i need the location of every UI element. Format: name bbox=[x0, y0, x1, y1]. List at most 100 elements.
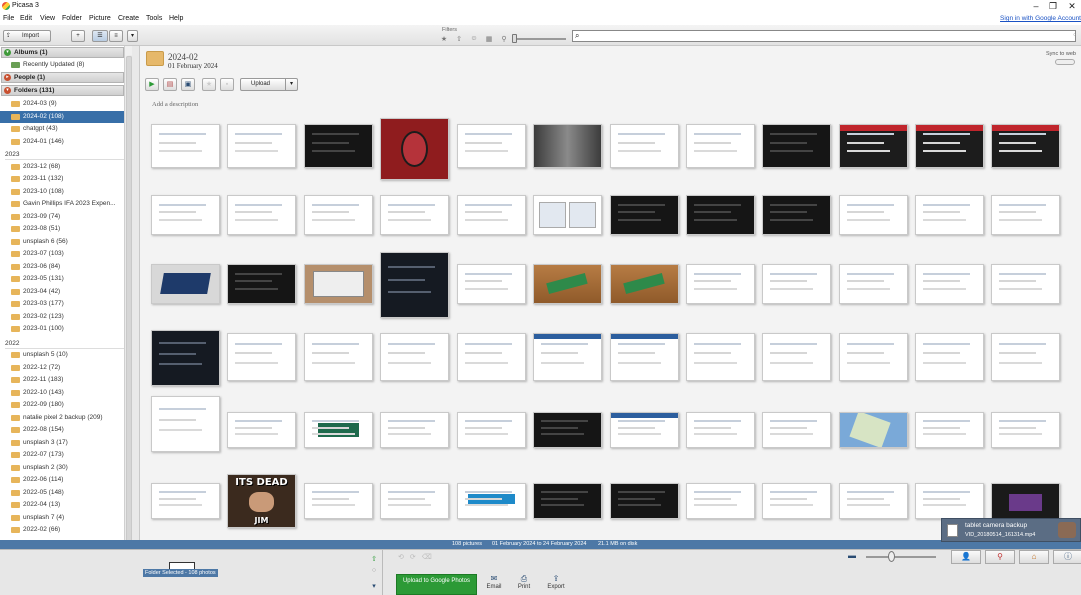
properties-pane-button[interactable]: ⓘ bbox=[1053, 550, 1081, 564]
photo-thumbnail[interactable] bbox=[227, 195, 296, 235]
play-slideshow-button[interactable]: ▶ bbox=[145, 78, 159, 91]
folder-item[interactable]: 2022-04 (13) bbox=[0, 499, 124, 511]
photo-thumbnail[interactable] bbox=[991, 333, 1060, 381]
rotate-left-icon[interactable]: ⟲ bbox=[398, 554, 410, 561]
photo-thumbnail[interactable] bbox=[991, 412, 1060, 448]
photo-thumbnail[interactable] bbox=[304, 333, 373, 381]
photo-thumbnail[interactable] bbox=[839, 124, 908, 168]
folder-item[interactable]: 2022-05 (148) bbox=[0, 487, 124, 499]
folder-item[interactable]: 2023-01 (100) bbox=[0, 323, 124, 335]
people-pane-button[interactable]: 👤 bbox=[951, 550, 981, 564]
photo-thumbnail[interactable] bbox=[915, 124, 984, 168]
photo-thumbnail[interactable] bbox=[457, 195, 526, 235]
photo-thumbnail[interactable] bbox=[457, 264, 526, 304]
folder-item[interactable]: unsplash 6 (56) bbox=[0, 236, 124, 248]
photo-thumbnail[interactable] bbox=[839, 195, 908, 235]
photo-thumbnail[interactable] bbox=[304, 195, 373, 235]
photo-thumbnail[interactable] bbox=[686, 412, 755, 448]
folder-item[interactable]: unsplash 7 (4) bbox=[0, 512, 124, 524]
photo-thumbnail[interactable] bbox=[686, 124, 755, 168]
folder-item[interactable]: 2022-12 (72) bbox=[0, 362, 124, 374]
add-to-album-button[interactable]: + bbox=[71, 30, 85, 42]
photo-thumbnail[interactable] bbox=[839, 483, 908, 519]
photo-thumbnail[interactable] bbox=[380, 252, 449, 318]
photo-thumbnail[interactable] bbox=[839, 264, 908, 304]
photo-thumbnail[interactable] bbox=[686, 333, 755, 381]
photo-thumbnail[interactable] bbox=[991, 124, 1060, 168]
photo-thumbnail[interactable] bbox=[151, 195, 220, 235]
photo-thumbnail[interactable] bbox=[915, 483, 984, 519]
video-filter-icon[interactable]: ▦ bbox=[484, 35, 494, 43]
view-options-dropdown[interactable]: ▾ bbox=[127, 30, 138, 42]
sign-in-link[interactable]: Sign in with Google Account bbox=[1000, 15, 1081, 22]
date-filter-slider-handle[interactable] bbox=[512, 34, 517, 43]
folder-item[interactable]: 2022-07 (173) bbox=[0, 449, 124, 461]
photo-thumbnail[interactable] bbox=[151, 396, 220, 452]
photo-thumbnail[interactable] bbox=[762, 264, 831, 304]
photo-thumbnail[interactable] bbox=[610, 333, 679, 381]
folder-item[interactable]: 2022-06 (114) bbox=[0, 474, 124, 486]
folder-item[interactable]: 2023-11 (132) bbox=[0, 173, 124, 185]
places-pane-button[interactable]: ⚲ bbox=[985, 550, 1015, 564]
folder-item[interactable]: 2023-09 (74) bbox=[0, 211, 124, 223]
folder-list-scrollbar[interactable] bbox=[124, 46, 132, 542]
people-header[interactable]: ▸ People (1) bbox=[1, 72, 124, 83]
photo-thumbnail[interactable] bbox=[533, 412, 602, 448]
photo-thumbnail[interactable] bbox=[991, 483, 1060, 519]
folder-item[interactable]: 2024-03 (9) bbox=[0, 98, 124, 110]
photo-thumbnail[interactable] bbox=[686, 264, 755, 304]
photo-thumbnail[interactable] bbox=[533, 264, 602, 304]
photo-thumbnail[interactable] bbox=[227, 412, 296, 448]
photo-thumbnail[interactable] bbox=[762, 412, 831, 448]
photo-thumbnail[interactable] bbox=[227, 264, 296, 304]
folder-item[interactable]: 2022-10 (143) bbox=[0, 387, 124, 399]
panel-splitter[interactable] bbox=[132, 46, 140, 540]
photo-thumbnail[interactable] bbox=[151, 483, 220, 519]
photo-thumbnail[interactable] bbox=[533, 195, 602, 235]
photo-thumbnail[interactable] bbox=[915, 412, 984, 448]
photo-thumbnail[interactable] bbox=[304, 264, 373, 304]
upload-to-google-photos-button[interactable]: Upload to Google Photos bbox=[396, 574, 477, 595]
folder-date[interactable]: 01 February 2024 bbox=[168, 62, 218, 70]
rotate-right-icon[interactable]: ⟳ bbox=[410, 554, 422, 561]
photo-thumbnail[interactable] bbox=[533, 483, 602, 519]
close-button[interactable]: ✕ bbox=[1065, 1, 1079, 12]
view-list-button[interactable]: ☰ bbox=[92, 30, 108, 42]
menu-file[interactable]: File bbox=[3, 15, 14, 22]
photo-thumbnail[interactable] bbox=[151, 124, 220, 168]
movie-button[interactable]: ▣ bbox=[181, 78, 195, 91]
photo-thumbnail[interactable] bbox=[839, 412, 908, 448]
photo-thumbnail[interactable] bbox=[686, 195, 755, 235]
menu-picture[interactable]: Picture bbox=[89, 15, 111, 22]
chevron-down-icon[interactable]: ▾ bbox=[285, 79, 297, 90]
folder-item[interactable]: 2022-09 (180) bbox=[0, 399, 124, 411]
photo-thumbnail[interactable] bbox=[533, 333, 602, 381]
folder-item[interactable]: unsplash 2 (30) bbox=[0, 462, 124, 474]
photo-thumbnail[interactable] bbox=[762, 483, 831, 519]
thumbnail-size-slider[interactable] bbox=[866, 556, 936, 558]
photo-thumbnail[interactable] bbox=[839, 333, 908, 381]
photo-thumbnail[interactable] bbox=[610, 412, 679, 448]
photo-thumbnail[interactable] bbox=[610, 264, 679, 304]
folder-item[interactable]: unsplash 3 (17) bbox=[0, 437, 124, 449]
folder-item[interactable]: 2024-02 (108) bbox=[0, 110, 124, 123]
albums-header[interactable]: ▾ Albums (1) bbox=[1, 47, 124, 58]
people-filter-icon[interactable]: ☺ bbox=[469, 35, 479, 42]
photo-thumbnail[interactable] bbox=[686, 483, 755, 519]
clear-tray-icon[interactable]: ○ bbox=[369, 567, 379, 577]
folder-item[interactable]: unsplash 5 (10) bbox=[0, 349, 124, 361]
photo-thumbnail[interactable] bbox=[227, 333, 296, 381]
photo-thumbnail[interactable] bbox=[991, 264, 1060, 304]
photo-thumbnail[interactable] bbox=[151, 330, 220, 386]
import-button[interactable]: ⇪ Import bbox=[3, 30, 51, 42]
menu-create[interactable]: Create bbox=[118, 15, 139, 22]
photo-thumbnail[interactable] bbox=[610, 195, 679, 235]
photo-thumbnail[interactable] bbox=[380, 412, 449, 448]
minimize-button[interactable]: – bbox=[1029, 1, 1043, 11]
menu-help[interactable]: Help bbox=[169, 15, 183, 22]
photo-thumbnail[interactable] bbox=[304, 124, 373, 168]
folders-header[interactable]: ▾ Folders (131) bbox=[1, 85, 124, 96]
upload-button[interactable]: Upload ▾ bbox=[240, 78, 298, 91]
hold-icon[interactable]: ⇧ bbox=[369, 555, 379, 565]
folder-item[interactable]: 2023-02 (123) bbox=[0, 311, 124, 323]
